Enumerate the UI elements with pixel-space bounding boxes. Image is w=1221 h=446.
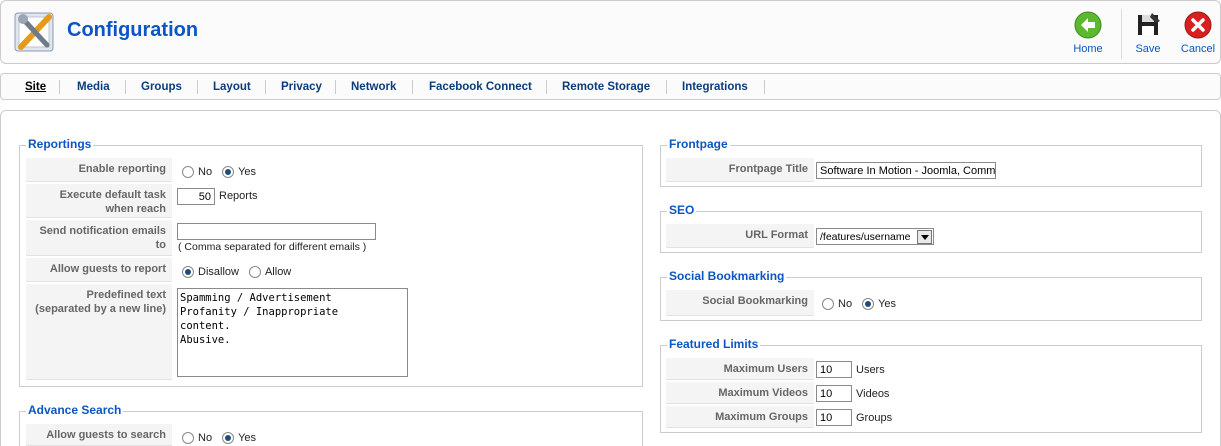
seo-legend: SEO [667, 203, 697, 217]
tab-divider [59, 80, 60, 94]
allow-guests-report-radios: Disallow Allow [182, 266, 301, 279]
enable-reporting-label: Enable reporting [26, 158, 172, 182]
enable-reporting-yes-radio[interactable] [222, 166, 235, 179]
social-yes-radio[interactable] [862, 298, 875, 311]
tab-media[interactable]: Media [77, 81, 110, 93]
maximum-videos-input[interactable]: 10 [816, 385, 852, 402]
url-format-value: /features/username [820, 231, 911, 243]
page-title: Configuration [67, 19, 199, 41]
maximum-groups-label: Maximum Groups [666, 406, 814, 428]
option-label: No [198, 432, 213, 445]
tab-divider [764, 80, 765, 94]
option-label: Allow [264, 266, 292, 279]
allow-guests-search-radios: No Yes [182, 432, 266, 445]
notification-emails-input[interactable] [177, 223, 376, 240]
execute-task-input[interactable]: 50 [177, 188, 215, 205]
tab-divider [412, 80, 413, 94]
allow-guests-report-label: Allow guests to report [26, 258, 172, 282]
tab-facebook-connect[interactable]: Facebook Connect [429, 81, 532, 93]
cancel-button[interactable]: Cancel [1171, 9, 1221, 59]
maximum-users-label: Maximum Users [666, 358, 814, 380]
tab-divider [197, 80, 198, 94]
chevron-down-icon[interactable] [917, 230, 932, 244]
toolbar-header: Configuration Home Save Cancel [0, 0, 1221, 64]
cancel-label: Cancel [1180, 43, 1216, 55]
featured-limits-legend: Featured Limits [667, 337, 761, 351]
maximum-videos-label: Maximum Videos [666, 382, 814, 404]
option-label: No [838, 298, 853, 311]
tab-site[interactable]: Site [25, 81, 46, 93]
videos-suffix: Videos [856, 388, 890, 400]
option-label: Yes [238, 432, 257, 445]
textarea-line: Profanity / Inappropriate [180, 306, 339, 318]
floppy-disk-icon [1138, 13, 1160, 35]
tab-divider [546, 80, 547, 94]
social-bookmarking-radios: No Yes [822, 298, 906, 311]
reports-suffix: Reports [219, 190, 258, 202]
home-button[interactable]: Home [1061, 9, 1115, 59]
tab-divider [265, 80, 266, 94]
search-no-radio[interactable] [182, 432, 194, 445]
disallow-radio[interactable] [182, 266, 194, 279]
advance-search-legend: Advance Search [26, 403, 124, 417]
social-bookmarking-label: Social Bookmarking [666, 290, 814, 316]
tab-groups[interactable]: Groups [141, 81, 182, 93]
reportings-legend: Reportings [26, 137, 94, 151]
enable-reporting-no-radio[interactable] [182, 166, 194, 179]
tab-remote-storage[interactable]: Remote Storage [562, 81, 650, 93]
groups-suffix: Groups [856, 412, 893, 424]
social-bookmarking-legend: Social Bookmarking [667, 269, 787, 283]
save-label: Save [1135, 43, 1161, 55]
send-notification-label: Send notification emails to [26, 220, 172, 256]
frontpage-legend: Frontpage [667, 137, 730, 151]
tab-privacy[interactable]: Privacy [281, 81, 322, 93]
execute-default-task-label: Execute default task when reach [26, 184, 172, 218]
emails-hint: ( Comma separated for different emails ) [178, 241, 367, 253]
maximum-users-input[interactable]: 10 [816, 361, 852, 378]
tab-divider [335, 80, 336, 94]
frontpage-title-input[interactable]: Software In Motion - Joomla, Commur [816, 162, 996, 179]
frontpage-title-label: Frontpage Title [666, 158, 814, 182]
url-format-label: URL Format [666, 224, 814, 248]
tab-network[interactable]: Network [351, 81, 396, 93]
url-format-select[interactable]: /features/username [816, 228, 934, 245]
users-suffix: Users [856, 364, 885, 376]
textarea-line: Spamming / Advertisement [180, 292, 332, 304]
predefined-text-textarea[interactable]: Spamming / Advertisement Profanity / Ina… [177, 288, 408, 377]
option-label: No [198, 166, 213, 179]
config-tabs: Site Media Groups Layout Privacy Network… [0, 73, 1221, 100]
allow-radio[interactable] [248, 266, 261, 279]
textarea-line: content. [180, 320, 231, 332]
option-label: Yes [878, 298, 897, 311]
tab-integrations[interactable]: Integrations [682, 81, 748, 93]
maximum-groups-input[interactable]: 10 [816, 409, 852, 426]
home-label: Home [1073, 43, 1103, 55]
tab-divider [125, 80, 126, 94]
save-button[interactable]: Save [1121, 9, 1175, 59]
option-label: Yes [238, 166, 257, 179]
social-no-radio[interactable] [822, 298, 834, 311]
option-label: Disallow [198, 266, 239, 279]
allow-guests-search-label: Allow guests to search [26, 424, 172, 446]
textarea-line: Abusive. [180, 334, 231, 346]
tab-divider [666, 80, 667, 94]
cancel-x-icon [1184, 11, 1212, 39]
configuration-tools-icon [14, 12, 54, 52]
search-yes-radio[interactable] [222, 432, 235, 445]
tab-layout[interactable]: Layout [213, 81, 251, 93]
predefined-text-label: Predefined text (separated by a new line… [26, 284, 172, 380]
home-arrow-icon [1074, 11, 1102, 39]
enable-reporting-radios: No Yes [182, 166, 266, 179]
